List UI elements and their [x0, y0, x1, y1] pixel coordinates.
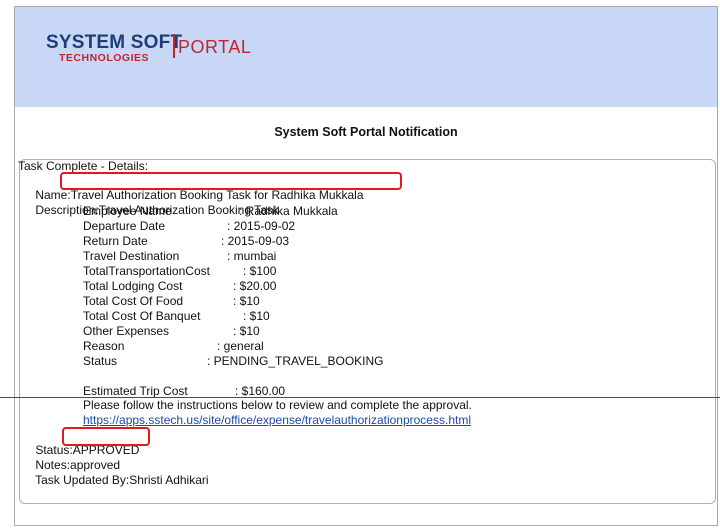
detail-value: : $20.00 [233, 279, 277, 293]
logo-portal-text: PORTAL [178, 37, 252, 57]
detail-value: : general [217, 339, 264, 353]
detail-label: Reason [83, 339, 125, 353]
email-frame: SYSTEM SOFT TECHNOLOGIES PORTAL System S… [14, 6, 718, 526]
logo-subtext: TECHNOLOGIES [59, 52, 150, 64]
annotation-line [0, 397, 720, 398]
detail-value: : $100 [243, 264, 277, 278]
detail-value: : $10 [233, 324, 260, 338]
detail-value: : 2015-09-02 [227, 219, 296, 233]
detail-value: : $10 [243, 309, 270, 323]
detail-label: Total Lodging Cost [83, 279, 183, 293]
detail-label: Total Cost Of Banquet [83, 309, 201, 323]
process-link[interactable]: https://apps.sstech.us/site/office/expen… [83, 413, 471, 427]
detail-label: Travel Destination [83, 249, 180, 263]
status-highlight-box [62, 427, 150, 446]
updated-by-label: Task Updated By: [35, 473, 130, 487]
detail-value: : $160.00 [235, 384, 286, 398]
detail-label: Return Date [83, 234, 148, 248]
logo-divider [173, 34, 175, 58]
detail-value: : $10 [233, 294, 260, 308]
updated-by-value: Shristi Adhikari [129, 473, 209, 487]
detail-label: Estimated Trip Cost [83, 384, 188, 398]
detail-label: Status [83, 354, 118, 368]
detail-value: : mumbai [227, 249, 277, 263]
detail-value: : Radhika Mukkala [239, 204, 338, 218]
logo-text: SYSTEM SOFT [46, 32, 183, 53]
detail-label: Total Cost Of Food [83, 294, 184, 308]
detail-value: : 2015-09-03 [221, 234, 290, 248]
detail-label: Departure Date [83, 219, 166, 233]
detail-label: TotalTransportationCost [83, 264, 210, 278]
detail-label: Other Expenses [83, 324, 170, 338]
detail-label: Employee Name [83, 204, 172, 218]
instructions-text: Please follow the instructions below to … [83, 398, 472, 412]
detail-value: : PENDING_TRAVEL_BOOKING [207, 354, 384, 368]
name-highlight-box [60, 172, 402, 190]
header-banner: SYSTEM SOFT TECHNOLOGIES PORTAL [15, 7, 717, 107]
updated-by-row: Task Updated By:Shristi Adhikari [22, 459, 209, 501]
page-title: System Soft Portal Notification [274, 125, 458, 139]
task-complete-label: Task Complete - Details: [18, 159, 149, 173]
